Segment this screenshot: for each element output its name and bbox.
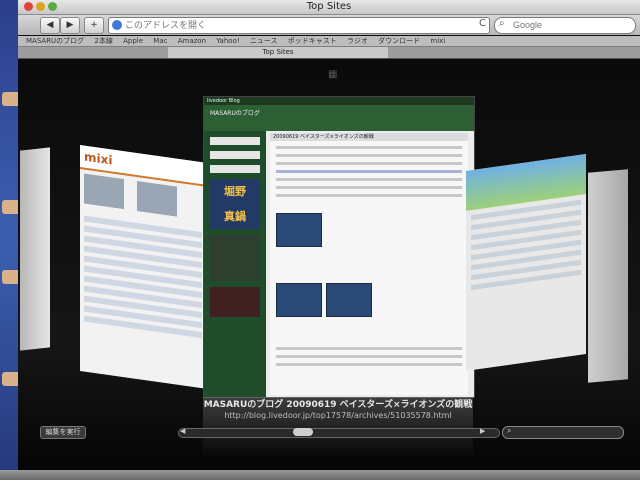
selected-site-url: http://blog.livedoor.jp/top17578/archive… <box>224 411 452 420</box>
search-field[interactable]: ⌕ <box>494 17 636 34</box>
text-line <box>276 186 462 189</box>
site-thumbnail-right[interactable] <box>466 154 586 371</box>
edit-button[interactable]: 編集を実行 <box>40 426 86 439</box>
globe-icon <box>112 20 122 30</box>
sidebar-box <box>210 137 260 145</box>
title-bar[interactable]: Top Sites <box>18 0 640 15</box>
reload-icon[interactable]: C <box>479 18 486 29</box>
text-line <box>276 162 462 165</box>
bookmark-item[interactable]: 2本線 <box>94 36 112 46</box>
bookmark-item[interactable]: Mac <box>153 36 167 46</box>
site-thumbnail-selected[interactable]: livedoor Blog MASARUのブログ 堀野 真鍋 20090619 … <box>203 96 475 398</box>
text-line <box>276 194 462 197</box>
safari-window: Top Sites ◀ ▶ + C ⌕ MASARUのブログ 2本線 Apple… <box>18 0 640 470</box>
search-input[interactable] <box>513 18 629 32</box>
text-line <box>276 146 462 149</box>
sidebar-widget <box>210 287 260 317</box>
site-thumbnail-mixi[interactable]: mixi <box>80 145 206 389</box>
text-line <box>276 363 462 366</box>
sidebar-box <box>210 165 260 173</box>
bookmark-item[interactable]: ポッドキャスト <box>288 36 337 46</box>
blog-sidebar: 堀野 真鍋 <box>204 131 266 397</box>
site-thumbnail-far-left[interactable] <box>20 147 50 351</box>
search-icon: ⌕ <box>507 426 512 435</box>
bookmark-item[interactable]: ダウンロード <box>378 36 420 46</box>
text-line <box>276 170 462 173</box>
blog-main: 20090619 ベイスターズ×ライオンズの観戦 <box>270 133 468 395</box>
tab-top-sites[interactable]: Top Sites <box>168 47 388 58</box>
blog-photo <box>326 283 372 317</box>
bookmark-item[interactable]: mixi <box>430 36 445 46</box>
sidebar-calendar <box>210 235 260 281</box>
banner-text: 堀野 <box>224 185 246 198</box>
sidebar-box <box>210 151 260 159</box>
window-title: Top Sites <box>306 1 352 12</box>
top-sites-coverflow: ▦ mixi livedoor Blog MASARUのブログ 堀野 真鍋 20… <box>18 59 640 470</box>
bookmark-item[interactable]: Yahoo! <box>216 36 239 46</box>
address-input[interactable] <box>125 18 465 32</box>
search-icon: ⌕ <box>499 18 505 29</box>
bookmark-item[interactable]: MASARUのブログ <box>26 36 84 46</box>
add-bookmark-button[interactable]: + <box>84 17 104 34</box>
scroll-thumb[interactable] <box>293 428 313 436</box>
bookmark-item[interactable]: ラジオ <box>347 36 368 46</box>
banner-text: 真鍋 <box>224 210 246 223</box>
entry-title: 20090619 ベイスターズ×ライオンズの観戦 <box>270 133 468 141</box>
bookmark-item[interactable]: ニュース <box>250 36 278 46</box>
blog-title: MASARUのブログ <box>210 110 260 117</box>
site-thumbnail-far-right[interactable] <box>588 169 628 383</box>
bookmark-item[interactable]: Amazon <box>178 36 206 46</box>
scroll-right-icon[interactable]: ▶ <box>480 427 485 435</box>
text-line <box>276 347 462 350</box>
blog-photo <box>276 283 322 317</box>
thumbnail-image <box>84 173 124 210</box>
thumbnail-image <box>137 181 178 217</box>
toolbar: ◀ ▶ + C ⌕ <box>18 15 640 35</box>
blog-service-bar: livedoor Blog <box>204 97 474 105</box>
text-line <box>276 154 462 157</box>
text-line <box>276 178 462 181</box>
top-sites-search[interactable]: ⌕ <box>502 426 624 439</box>
bookmark-item[interactable]: Apple <box>123 36 143 46</box>
selected-site-title: MASARUのブログ 20090619 ベイスターズ×ライオンズの観戦 <box>203 400 473 410</box>
tab-bar: Top Sites <box>18 47 640 59</box>
forward-button[interactable]: ▶ <box>60 17 80 34</box>
grid-view-icon[interactable]: ▦ <box>328 69 344 81</box>
blog-photo <box>276 213 322 247</box>
scroll-left-icon[interactable]: ◀ <box>180 427 185 435</box>
bookmarks-bar: MASARUのブログ 2本線 Apple Mac Amazon Yahoo! ニ… <box>18 36 640 47</box>
dock <box>0 470 640 480</box>
coverflow-scrollbar[interactable] <box>178 428 500 438</box>
sidebar-banner: 堀野 真鍋 <box>210 179 260 229</box>
coverflow-controls: 編集を実行 ◀ ▶ ⌕ <box>18 422 640 442</box>
blog-header: MASARUのブログ <box>204 105 474 131</box>
back-button[interactable]: ◀ <box>40 17 60 34</box>
address-bar[interactable]: C <box>108 17 490 34</box>
text-line <box>276 355 462 358</box>
